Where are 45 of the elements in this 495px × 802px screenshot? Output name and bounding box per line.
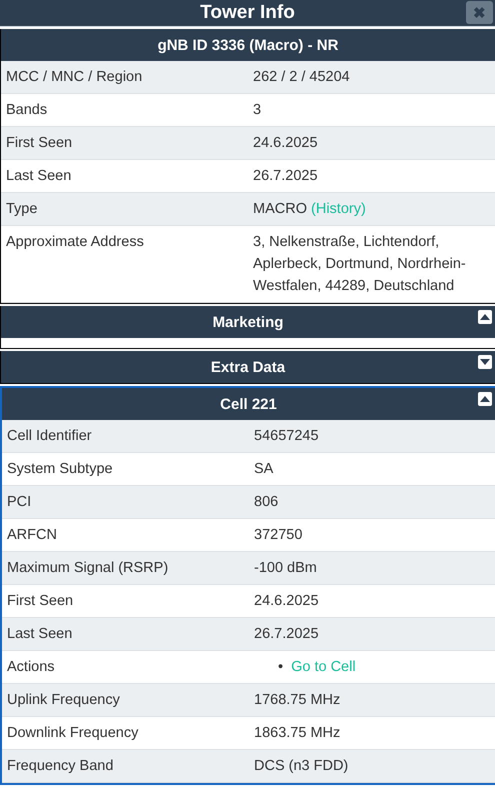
- window-title: Tower Info: [200, 2, 295, 24]
- row-value: MACRO (History): [253, 200, 367, 219]
- row-value: 24.6.2025: [253, 134, 319, 153]
- row-value: 262 / 2 / 45204: [253, 68, 351, 87]
- row-value: 1768.75 MHz: [254, 691, 342, 710]
- row-value: -100 dBm: [254, 559, 318, 578]
- section-header[interactable]: Cell 221: [2, 388, 495, 420]
- row-value: SA: [254, 460, 274, 479]
- row-value: 26.7.2025: [254, 625, 320, 644]
- row-value: 3: [253, 101, 262, 120]
- collapse-icon[interactable]: [478, 310, 492, 324]
- row-label: Last Seen: [5, 167, 72, 186]
- section-header[interactable]: Extra Data: [1, 351, 495, 383]
- row-label: First Seen: [6, 592, 74, 611]
- row-value: 24.6.2025: [254, 592, 320, 611]
- expand-icon[interactable]: [478, 355, 492, 369]
- row-value: 26.7.2025: [253, 167, 319, 186]
- row-value: 3, Nelkenstraße, Lichtendorf, Aplerbeck, Dortmund, Nordrhein-Westfalen, 44289, Deutschland: [253, 233, 467, 296]
- row-label: Type: [5, 200, 38, 219]
- row-label: Uplink Frequency: [6, 691, 121, 710]
- row-label: Last Seen: [6, 625, 74, 644]
- row-value: DCS (n3 FDD): [254, 757, 350, 776]
- row-label: Bands: [5, 101, 48, 120]
- section-title: gNB ID 3336 (Macro) - NR: [158, 36, 338, 54]
- row-label: First Seen: [5, 134, 74, 153]
- row-value: 1863.75 MHz: [254, 724, 342, 743]
- row-label: Downlink Frequency: [6, 724, 140, 743]
- section-header[interactable]: Marketing: [1, 306, 495, 338]
- section-title: Extra Data: [210, 358, 286, 376]
- row-label: Cell Identifier: [6, 427, 93, 446]
- collapse-icon[interactable]: [478, 392, 492, 406]
- row-value: 54657245: [254, 427, 320, 446]
- row-label: System Subtype: [6, 460, 114, 479]
- section-title: Cell 221: [220, 396, 277, 412]
- section-title: Marketing: [212, 314, 284, 330]
- row-value: 806: [254, 493, 280, 512]
- bullet: •: [278, 658, 284, 677]
- row-label: Approximate Address: [5, 233, 145, 252]
- row-label: ARFCN: [6, 526, 58, 545]
- row-label: PCI: [6, 493, 32, 512]
- row-label: Maximum Signal (RSRP): [6, 559, 170, 578]
- row-label: Actions: [6, 658, 56, 677]
- row-value: 372750: [254, 526, 304, 545]
- row-label: Frequency Band: [6, 757, 114, 776]
- row-label: MCC / MNC / Region: [5, 68, 144, 87]
